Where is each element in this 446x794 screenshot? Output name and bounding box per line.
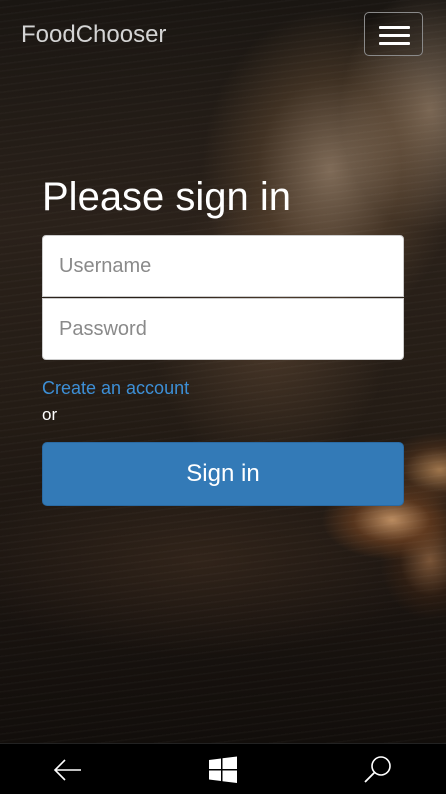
search-button[interactable] <box>362 754 394 786</box>
windows-logo-icon <box>209 756 237 783</box>
menu-bar-middle <box>379 34 410 37</box>
navbar: FoodChooser <box>0 0 446 70</box>
username-input[interactable] <box>42 235 404 297</box>
system-navigation-bar <box>0 743 446 794</box>
back-arrow-icon <box>53 759 81 781</box>
hamburger-menu-button[interactable] <box>364 12 423 56</box>
signin-heading: Please sign in <box>42 175 292 219</box>
phone-screen: FoodChooser Please sign in Create an acc… <box>0 0 446 794</box>
search-icon <box>364 756 391 783</box>
start-button[interactable] <box>207 754 239 786</box>
or-separator-text: or <box>42 405 58 424</box>
back-button[interactable] <box>52 754 84 786</box>
signin-form: Please sign in Create an account or Sign… <box>42 172 404 506</box>
password-input[interactable] <box>42 298 404 360</box>
app-viewport: FoodChooser Please sign in Create an acc… <box>0 0 446 743</box>
menu-bar-bottom <box>379 42 410 45</box>
brand-link[interactable]: FoodChooser <box>21 21 166 49</box>
signin-button[interactable]: Sign in <box>42 442 404 506</box>
menu-bar-top <box>379 26 410 29</box>
create-account-link[interactable]: Create an account <box>42 377 189 399</box>
